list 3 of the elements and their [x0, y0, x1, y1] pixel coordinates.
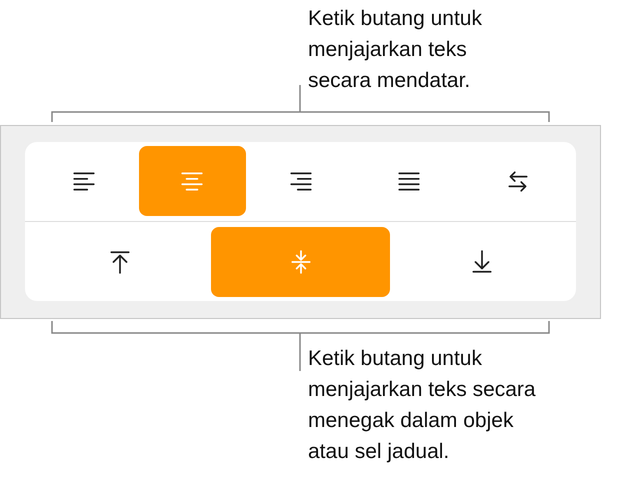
alignment-button[interactable] [138, 146, 246, 216]
callout-text: Ketik butang untuk menjajarkan teks secara mendatar. [308, 6, 483, 94]
callout-text: Ketik butang untuk menjajarkan teks secara menegak dalam objek atau sel jadual. [308, 346, 537, 465]
